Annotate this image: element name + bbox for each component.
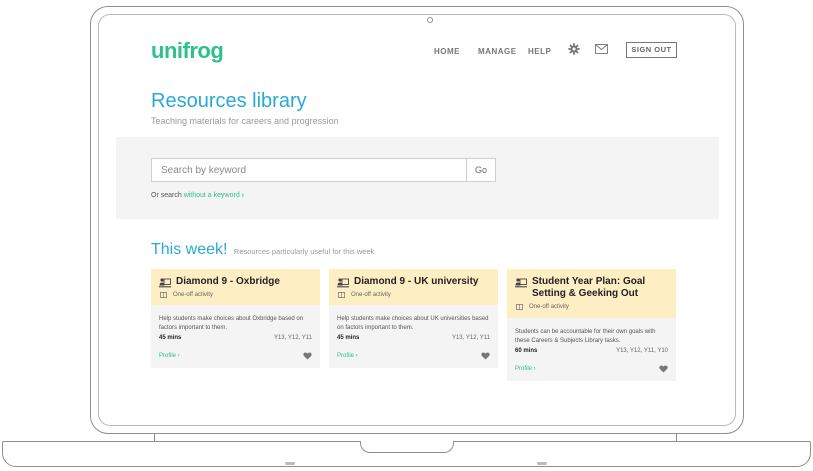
card-title[interactable]: Diamond 9 - UK university (354, 276, 478, 288)
card-year-groups: Y13, Y12, Y11 (273, 335, 312, 341)
laptop-notch (360, 441, 454, 453)
or-search-prefix: Or search (151, 192, 184, 199)
heart-icon[interactable] (303, 352, 312, 360)
page-subtitle: Teaching materials for careers and progr… (151, 116, 339, 126)
camera-dot (427, 17, 433, 23)
card-title[interactable]: Diamond 9 - Oxbridge (176, 276, 280, 288)
nav-manage-link[interactable]: MANAGE (478, 47, 517, 56)
card-type-label: One-off activity (529, 304, 569, 310)
card-meta-row: 45 mins Y13, Y12, Y11 (159, 335, 312, 341)
this-week-heading: This week! Resources particularly useful… (151, 241, 374, 259)
card-year-groups: Y13, Y12, Y11 (451, 335, 490, 341)
laptop-foot (285, 462, 295, 465)
card-year-groups: Y13, Y12, Y11, Y10 (616, 348, 668, 354)
card-meta-row: 60 mins Y13, Y12, Y11, Y10 (515, 348, 668, 354)
card-footer: Profile › (337, 352, 490, 360)
card-type-label: One-off activity (351, 292, 391, 298)
card-duration: 45 mins (159, 335, 182, 341)
resource-card-header: Student Year Plan: Goal Setting & Geekin… (507, 269, 676, 318)
book-icon (516, 304, 523, 310)
resource-card[interactable]: Diamond 9 - UK university One-off activi… (329, 269, 498, 368)
task-icon (515, 278, 527, 288)
nav-help-link[interactable]: HELP (528, 47, 551, 56)
card-description: Help students make choices about Oxbridg… (159, 316, 304, 331)
laptop-foot (537, 462, 547, 465)
resource-card-body: Students can be accountable for their ow… (507, 318, 676, 381)
gear-icon[interactable] (568, 43, 580, 55)
go-button[interactable]: Go (467, 158, 496, 182)
card-type: One-off activity (516, 304, 668, 310)
this-week-title: This week! (151, 241, 228, 258)
card-type-label: One-off activity (173, 292, 213, 298)
profile-link[interactable]: Profile › (515, 366, 536, 372)
or-search-text: Or search without a keyword › (151, 192, 244, 199)
card-footer: Profile › (515, 365, 668, 373)
heart-icon[interactable] (659, 365, 668, 373)
card-type: One-off activity (160, 292, 312, 298)
unifrog-logo[interactable]: unifrog (151, 38, 224, 64)
card-description: Help students make choices about UK univ… (337, 316, 489, 331)
card-title-row: Student Year Plan: Goal Setting & Geekin… (515, 276, 668, 300)
profile-link[interactable]: Profile › (337, 353, 358, 359)
heart-icon[interactable] (481, 352, 490, 360)
profile-link[interactable]: Profile › (159, 353, 180, 359)
task-icon (159, 278, 171, 288)
top-nav: unifrog HOME MANAGE HELP SIGN OUT (116, 30, 719, 74)
search-without-keyword-label: without a keyword (183, 192, 240, 199)
card-type: One-off activity (338, 292, 490, 298)
mail-icon[interactable] (595, 44, 608, 54)
resource-card-body: Help students make choices about UK univ… (329, 305, 498, 368)
this-week-subtitle: Resources particularly useful for this w… (233, 247, 375, 256)
search-section: Go Or search without a keyword › (116, 137, 719, 219)
card-duration: 60 mins (515, 348, 538, 354)
screen: unifrog HOME MANAGE HELP SIGN OUT Resour… (116, 30, 719, 416)
card-meta-row: 45 mins Y13, Y12, Y11 (337, 335, 490, 341)
resource-card-header: Diamond 9 - UK university One-off activi… (329, 269, 498, 305)
card-duration: 45 mins (337, 335, 360, 341)
card-title-row: Diamond 9 - Oxbridge (159, 276, 312, 288)
task-icon (337, 278, 349, 288)
card-title[interactable]: Student Year Plan: Goal Setting & Geekin… (532, 276, 668, 300)
book-icon (160, 292, 167, 298)
resource-card[interactable]: Diamond 9 - Oxbridge One-off activity He… (151, 269, 320, 368)
card-description: Students can be accountable for their ow… (515, 329, 656, 344)
card-title-row: Diamond 9 - UK university (337, 276, 490, 288)
resource-card-body: Help students make choices about Oxbridg… (151, 305, 320, 368)
nav-home-link[interactable]: HOME (434, 47, 460, 56)
resource-card[interactable]: Student Year Plan: Goal Setting & Geekin… (507, 269, 676, 381)
chevron-right-icon: › (241, 192, 245, 199)
resource-card-header: Diamond 9 - Oxbridge One-off activity (151, 269, 320, 305)
search-input[interactable] (151, 158, 467, 182)
page-title: Resources library (151, 90, 307, 112)
sign-out-button[interactable]: SIGN OUT (626, 42, 677, 58)
search-without-keyword-link[interactable]: without a keyword › (184, 192, 244, 199)
book-icon (338, 292, 345, 298)
card-footer: Profile › (159, 352, 312, 360)
